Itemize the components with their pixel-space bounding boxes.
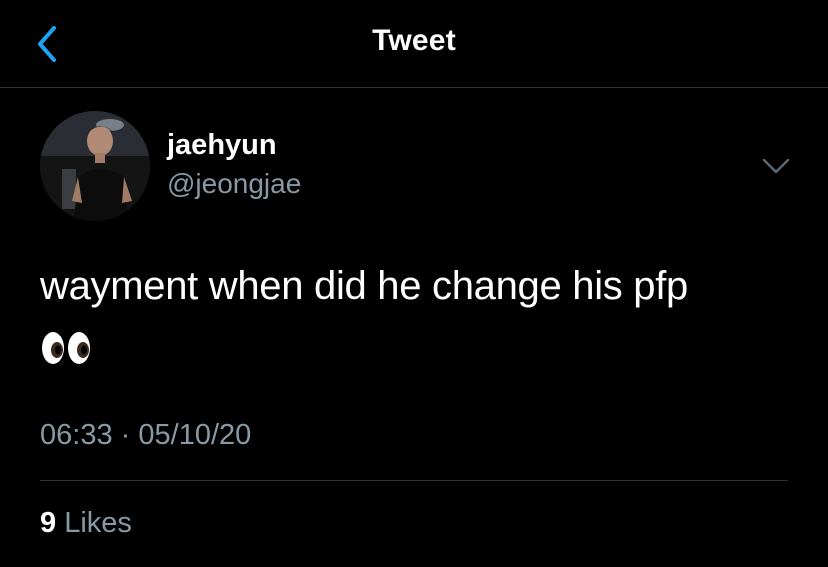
- divider: [40, 480, 788, 481]
- eyes-emoji: [40, 330, 92, 366]
- author-display-name[interactable]: jaehyun: [167, 129, 277, 162]
- likes-label: Likes: [64, 507, 132, 539]
- tweet-timestamp[interactable]: 06:33 · 05/10/20: [40, 419, 251, 452]
- tweet-header: Tweet: [0, 0, 828, 88]
- tweet-time: 06:33: [40, 419, 113, 451]
- tweet-text: wayment when did he change his pfp: [40, 264, 689, 308]
- page-title: Tweet: [372, 24, 456, 57]
- author-handle[interactable]: @jeongjae: [167, 168, 301, 200]
- likes-link[interactable]: 9 Likes: [40, 507, 132, 540]
- likes-count: 9: [40, 507, 57, 539]
- chevron-down-icon: [762, 158, 790, 174]
- avatar[interactable]: [40, 111, 150, 221]
- timestamp-separator: ·: [120, 419, 131, 451]
- tweet-date: 05/10/20: [138, 419, 252, 451]
- profile-photo: [40, 111, 150, 221]
- more-options-button[interactable]: [760, 153, 792, 179]
